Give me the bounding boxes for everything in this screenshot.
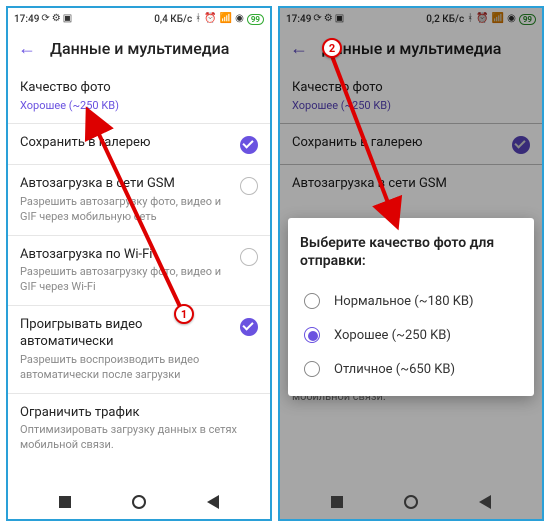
row-sub: Хорошее (~250 KB): [20, 99, 258, 114]
row-sub: Разрешить воспроизводить видео автоматич…: [20, 353, 232, 383]
radio-selected-icon[interactable]: [304, 327, 320, 343]
dialog-option-2[interactable]: Отличное (~650 KB): [300, 352, 522, 386]
home-icon[interactable]: [404, 495, 418, 509]
row-sub: Разрешить автозагрузку фото, видео и GIF…: [20, 265, 232, 295]
status-time: 17:49: [14, 14, 39, 25]
overview-icon[interactable]: [331, 496, 343, 508]
row-title: Сохранить в галерею: [20, 134, 232, 152]
bluetooth-icon: ᚼ: [195, 14, 201, 24]
wifi-icon: ◉: [235, 14, 244, 24]
row-autoload-gsm[interactable]: Автозагрузка в сети GSM Разрешить автоза…: [8, 165, 270, 234]
android-navbar: [8, 485, 270, 519]
home-icon[interactable]: [132, 495, 146, 509]
photo-quality-dialog: Выберите качество фото для отправки: Нор…: [288, 218, 534, 396]
check-icon[interactable]: [240, 136, 258, 154]
dialog-title: Выберите качество фото для отправки:: [300, 234, 522, 270]
gear-icon: ⚙: [52, 14, 61, 24]
row-photo-quality[interactable]: Качество фото Хорошее (~250 KB): [8, 69, 270, 123]
row-sub: Оптимизировать загрузку данных в сетях м…: [20, 423, 258, 453]
row-limit-traffic[interactable]: Ограничить трафик Оптимизировать загрузк…: [8, 394, 270, 463]
row-autoplay[interactable]: Проигрывать видео автоматически Разрешит…: [8, 306, 270, 393]
radio-empty-icon[interactable]: [240, 177, 258, 195]
row-title: Автозагрузка по Wi-Fi: [20, 246, 232, 264]
row-autoload-wifi[interactable]: Автозагрузка по Wi-Fi Разрешить автозагр…: [8, 236, 270, 305]
radio-icon[interactable]: [304, 293, 320, 309]
option-label: Хорошее (~250 KB): [334, 328, 451, 343]
cast-icon: ▣: [63, 14, 72, 24]
row-title: Ограничить трафик: [20, 404, 258, 422]
signal-icon: 📶: [220, 14, 232, 24]
dialog-option-1[interactable]: Хорошее (~250 KB): [300, 318, 522, 352]
battery-icon: 99: [247, 14, 264, 25]
row-sub: Разрешить автозагрузку фото, видео и GIF…: [20, 195, 232, 225]
status-speed: 0,4 КБ/с: [154, 14, 192, 25]
sync-icon: ⟳: [41, 14, 49, 24]
android-navbar: [280, 485, 542, 519]
row-save-gallery[interactable]: Сохранить в галерею: [8, 124, 270, 164]
row-title: Автозагрузка в сети GSM: [20, 175, 232, 193]
phone-left: 17:49 ⟳ ⚙ ▣ 0,4 КБ/с ᚼ ⏰ 📶 ◉ 99 ← Данные…: [6, 6, 272, 521]
back-icon[interactable]: ←: [18, 38, 36, 59]
radio-icon[interactable]: [304, 361, 320, 377]
app-header: ← Данные и мультимедиа: [8, 30, 270, 69]
row-title: Проигрывать видео автоматически: [20, 316, 232, 351]
dialog-option-0[interactable]: Нормальное (~180 KB): [300, 284, 522, 318]
status-bar: 17:49 ⟳ ⚙ ▣ 0,4 КБ/с ᚼ ⏰ 📶 ◉ 99: [8, 8, 270, 30]
option-label: Нормальное (~180 KB): [334, 294, 474, 309]
backnav-icon[interactable]: [207, 495, 219, 509]
radio-empty-icon[interactable]: [240, 248, 258, 266]
phone-right: 17:49 ⟳ ⚙ ▣ 0,2 КБ/с ᚼ ⏰ 📶 ◉ 99 ← Данные…: [278, 6, 544, 521]
check-icon[interactable]: [240, 318, 258, 336]
option-label: Отличное (~650 KB): [334, 362, 455, 377]
backnav-icon[interactable]: [479, 495, 491, 509]
row-title: Качество фото: [20, 79, 258, 97]
overview-icon[interactable]: [59, 496, 71, 508]
page-title: Данные и мультимедиа: [50, 39, 229, 58]
alarm-icon: ⏰: [204, 14, 216, 24]
